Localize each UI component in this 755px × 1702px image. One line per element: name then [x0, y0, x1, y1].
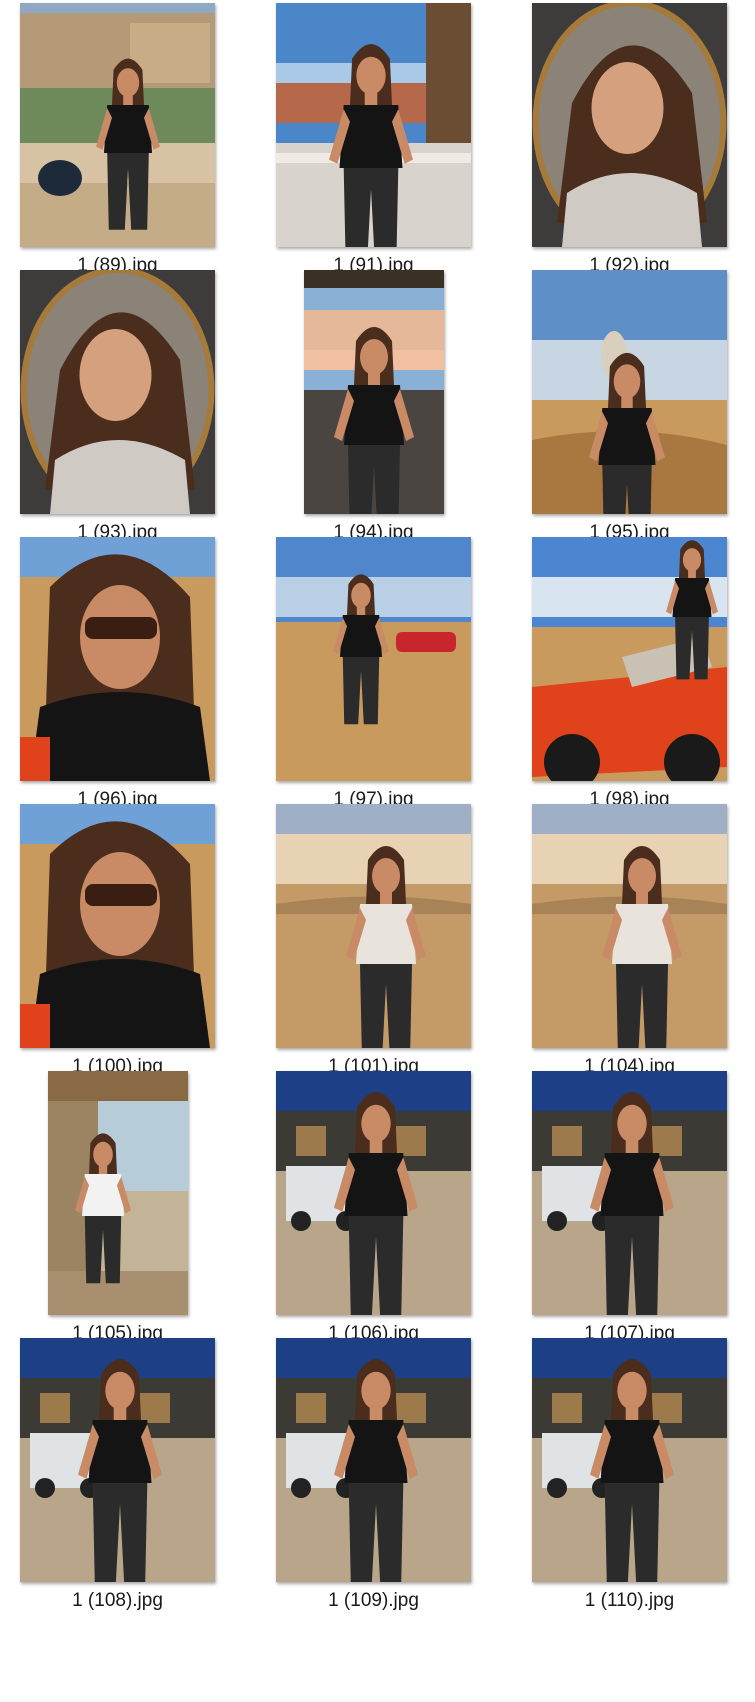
thumbnail-container [512, 3, 747, 247]
file-item[interactable]: 1 (101).jpg [256, 804, 491, 1077]
thumbnail-container [0, 270, 235, 514]
image-thumbnail[interactable] [532, 537, 727, 781]
thumbnail-container [256, 804, 491, 1048]
image-thumbnail[interactable] [276, 804, 471, 1048]
thumbnail-container [0, 1071, 235, 1315]
image-thumbnail[interactable] [532, 804, 727, 1048]
thumbnail-container [512, 270, 747, 514]
thumbnail-container [512, 1338, 747, 1582]
image-thumbnail[interactable] [276, 3, 471, 247]
image-thumbnail[interactable] [532, 1338, 727, 1582]
image-thumbnail[interactable] [20, 1338, 215, 1582]
thumbnail-container [256, 1338, 491, 1582]
file-item[interactable]: 1 (109).jpg [256, 1338, 491, 1611]
image-thumbnail[interactable] [532, 1071, 727, 1315]
file-name[interactable]: 1 (109).jpg [256, 1590, 491, 1612]
image-thumbnail[interactable] [47, 1071, 188, 1315]
thumbnail-container [0, 537, 235, 781]
image-thumbnail[interactable] [20, 537, 215, 781]
file-name[interactable]: 1 (108).jpg [0, 1590, 235, 1612]
thumbnail-container [512, 804, 747, 1048]
file-item[interactable]: 1 (106).jpg [256, 1071, 491, 1344]
file-item[interactable]: 1 (96).jpg [0, 537, 235, 810]
file-item[interactable]: 1 (94).jpg [256, 270, 491, 543]
image-thumbnail[interactable] [276, 1338, 471, 1582]
thumbnail-container [512, 1071, 747, 1315]
thumbnail-container [0, 3, 235, 247]
image-thumbnail[interactable] [303, 270, 444, 514]
image-thumbnail[interactable] [532, 270, 727, 514]
file-item[interactable]: 1 (91).jpg [256, 3, 491, 276]
image-thumbnail[interactable] [20, 804, 215, 1048]
file-item[interactable]: 1 (104).jpg [512, 804, 747, 1077]
file-item[interactable]: 1 (95).jpg [512, 270, 747, 543]
file-item[interactable]: 1 (100).jpg [0, 804, 235, 1077]
thumbnail-container [512, 537, 747, 781]
thumbnail-container [256, 537, 491, 781]
file-grid: 1 (89).jpg 1 (91).jpg 1 (92).jpg 1 (93).… [0, 0, 755, 1702]
thumbnail-container [0, 1338, 235, 1582]
thumbnail-container [256, 270, 491, 514]
file-item[interactable]: 1 (92).jpg [512, 3, 747, 276]
thumbnail-container [256, 1071, 491, 1315]
image-thumbnail[interactable] [20, 270, 215, 514]
image-thumbnail[interactable] [276, 1071, 471, 1315]
thumbnail-container [0, 804, 235, 1048]
file-item[interactable]: 1 (110).jpg [512, 1338, 747, 1611]
file-item[interactable]: 1 (98).jpg [512, 537, 747, 810]
file-item[interactable]: 1 (93).jpg [0, 270, 235, 543]
file-item[interactable]: 1 (89).jpg [0, 3, 235, 276]
thumbnail-container [256, 3, 491, 247]
file-name[interactable]: 1 (110).jpg [512, 1590, 747, 1612]
file-item[interactable]: 1 (107).jpg [512, 1071, 747, 1344]
image-thumbnail[interactable] [532, 3, 727, 247]
file-item[interactable]: 1 (108).jpg [0, 1338, 235, 1611]
image-thumbnail[interactable] [276, 537, 471, 781]
image-thumbnail[interactable] [20, 3, 215, 247]
file-item[interactable]: 1 (97).jpg [256, 537, 491, 810]
file-item[interactable]: 1 (105).jpg [0, 1071, 235, 1344]
